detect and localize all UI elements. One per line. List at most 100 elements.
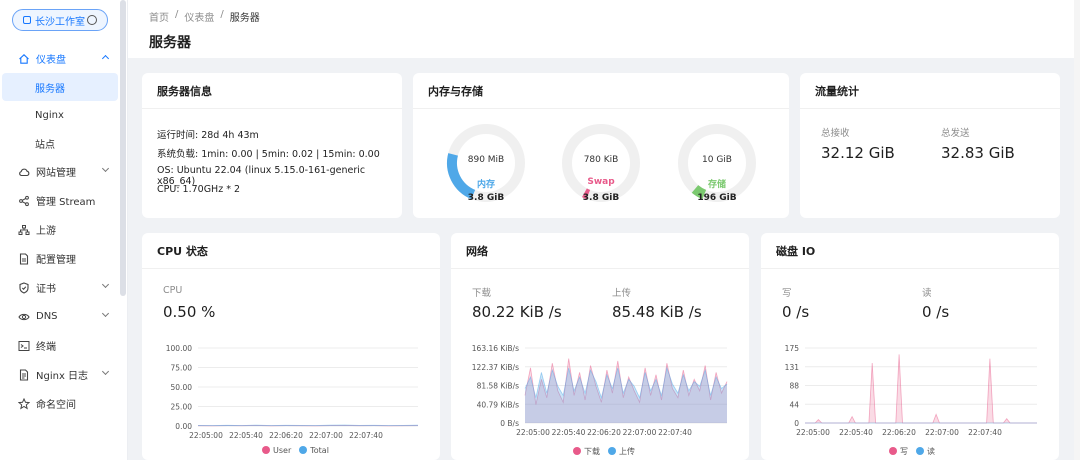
- sidebar-item-label: 上游: [36, 226, 56, 237]
- storage-used-value: 10 GiB: [702, 155, 732, 165]
- sidebar-item-dns[interactable]: DNS: [0, 302, 120, 331]
- legend-item-user[interactable]: User: [262, 446, 291, 455]
- breadcrumb-separator: /: [220, 9, 224, 20]
- legend-dot: [889, 447, 897, 455]
- server-info-card: 服务器信息 运行时间: 28d 4h 43m 系统负载: 1min: 0.00 …: [142, 73, 402, 218]
- y-tick-label: 175: [785, 344, 800, 353]
- series-line-写: [805, 354, 1037, 424]
- x-tick-label: 22:07:00: [309, 431, 343, 440]
- chevron-up-icon: [101, 54, 110, 63]
- x-tick-label: 22:06:20: [269, 431, 303, 440]
- star-icon: [18, 397, 30, 410]
- sidebar-item-label: Nginx 日志: [36, 371, 89, 382]
- sidebar-item-label: 命名空间: [36, 400, 76, 411]
- legend-item-total[interactable]: Total: [299, 446, 329, 455]
- breadcrumb-separator: /: [175, 9, 179, 20]
- network-chart-legend: 下载 上传: [573, 446, 635, 457]
- network-chart: 163.16 KiB/s 122.37 KiB/s 81.58 KiB/s 40.79…: [472, 344, 728, 437]
- x-tick-label: 22:05:40: [552, 428, 586, 437]
- legend-item-upload[interactable]: 上传: [608, 446, 635, 457]
- y-tick-label: 81.58 KiB/s: [477, 382, 520, 391]
- legend-item-write[interactable]: 写: [889, 446, 908, 457]
- series-area-写: [805, 354, 1037, 423]
- breadcrumb-current: 服务器: [229, 13, 260, 24]
- x-tick-label: 22:05:40: [229, 431, 263, 440]
- page-header: 首页 / 仪表盘 / 服务器 服务器: [128, 0, 1074, 58]
- x-tick-label: 22:05:00: [796, 428, 830, 437]
- y-tick-label: 0.00: [175, 422, 192, 431]
- swap-used-value: 780 KiB: [583, 155, 619, 165]
- x-tick-label: 22:05:00: [516, 428, 550, 437]
- log-file-icon: [18, 368, 30, 381]
- cloud-icon: [18, 166, 30, 178]
- cpu-text: CPU: 1.70GHz * 2: [157, 184, 241, 195]
- sidebar-subitem-sites[interactable]: 站点: [2, 129, 118, 157]
- sidebar-item-terminal[interactable]: 终端: [0, 331, 120, 360]
- y-tick-label: 131: [785, 363, 800, 372]
- share-icon: [18, 195, 30, 207]
- y-tick-label: 122.37 KiB/s: [472, 363, 519, 372]
- sidebar-subitem-server[interactable]: 服务器: [2, 73, 118, 101]
- legend-label: 下载: [584, 447, 600, 456]
- terminal-icon: [18, 340, 30, 352]
- page-title: 服务器: [149, 35, 191, 51]
- environment-label: 长沙工作室: [35, 16, 85, 28]
- sidebar-item-site-management[interactable]: 网站管理: [0, 157, 120, 186]
- sidebar-item-label: 配置管理: [36, 255, 76, 266]
- y-tick-label: 25.00: [171, 403, 193, 412]
- sidebar-item-label: 终端: [36, 342, 56, 353]
- sidebar-item-nginx-log[interactable]: Nginx 日志: [0, 360, 120, 389]
- y-tick-label: 40.79 KiB/s: [477, 400, 520, 409]
- sidebar-scrollbar[interactable]: [120, 0, 126, 296]
- total-received-value: 32.12 GiB: [821, 144, 895, 162]
- legend-item-download[interactable]: 下载: [573, 446, 600, 457]
- chevron-down-icon: [101, 280, 110, 289]
- sidebar-item-certificates[interactable]: 证书: [0, 273, 120, 302]
- storage-label: 存储: [707, 180, 726, 190]
- y-tick-label: 163.16 KiB/s: [472, 344, 519, 353]
- y-tick-label: 0 B/s: [500, 419, 519, 428]
- legend-dot: [608, 447, 616, 455]
- legend-label: 写: [900, 447, 908, 456]
- home-icon: [18, 53, 30, 65]
- y-tick-label: 75.00: [171, 364, 193, 373]
- breadcrumb-home[interactable]: 首页: [149, 9, 169, 24]
- eye-icon: [18, 311, 30, 323]
- sidebar: 长沙工作室 仪表盘 服务器 Nginx 站点 网站管理 管理 Stream 上游…: [0, 0, 128, 460]
- y-tick-label: 44: [789, 400, 799, 409]
- sidebar-item-namespace[interactable]: 命名空间: [0, 389, 120, 418]
- x-tick-label: 22:06:20: [882, 428, 916, 437]
- y-tick-label: 100.00: [166, 344, 192, 353]
- x-tick-label: 22:07:40: [349, 431, 383, 440]
- sidebar-item-upstream[interactable]: 上游: [0, 215, 120, 244]
- sidebar-subitem-nginx[interactable]: Nginx: [2, 101, 118, 129]
- sidebar-item-config[interactable]: 配置管理: [0, 244, 120, 273]
- series-line-Total: [197, 424, 419, 426]
- memory-total-value: 3.8 GiB: [467, 193, 505, 203]
- card-title: 流量统计: [800, 73, 1060, 109]
- breadcrumb-dashboard[interactable]: 仪表盘: [184, 9, 214, 24]
- disk-io-card: 磁盘 IO 写 0 /s 读 0 /s 175 131 88 44 0 22:05:00 2…: [761, 233, 1059, 460]
- cluster-icon: [18, 224, 30, 236]
- chevron-down-icon: [101, 309, 110, 318]
- environment-selector[interactable]: 长沙工作室: [12, 9, 108, 31]
- window-edge: [1074, 0, 1080, 460]
- total-sent-label: 总发送: [941, 128, 970, 139]
- sidebar-item-label: DNS: [36, 311, 58, 322]
- cpu-chart: 100.00 75.00 50.00 25.00 0.0022:05:00 22:05:4…: [166, 344, 419, 440]
- legend-item-read[interactable]: 读: [916, 446, 935, 457]
- card-title: 内存与存储: [413, 73, 789, 109]
- card-title: 服务器信息: [142, 73, 402, 109]
- cpu-status-card: CPU 状态 CPU 0.50 % 100.00 75.00 50.00 25.00 0…: [142, 233, 440, 460]
- sidebar-item-stream[interactable]: 管理 Stream: [0, 186, 120, 215]
- sidebar-item-dashboard[interactable]: 仪表盘: [0, 44, 120, 73]
- legend-dot: [299, 446, 308, 454]
- sidebar-item-label: 仪表盘: [36, 55, 66, 66]
- switch-environment-icon[interactable]: [87, 15, 97, 25]
- sidebar-nav: 仪表盘 服务器 Nginx 站点 网站管理 管理 Stream 上游 配置管理 …: [0, 44, 120, 418]
- series-area-上传: [525, 367, 727, 423]
- total-sent-value: 32.83 GiB: [941, 144, 1015, 162]
- legend-label: 读: [927, 447, 935, 456]
- x-tick-label: 22:05:40: [839, 428, 873, 437]
- swap-gauge: 780 KiB Swap 3.8 GiB: [559, 121, 643, 205]
